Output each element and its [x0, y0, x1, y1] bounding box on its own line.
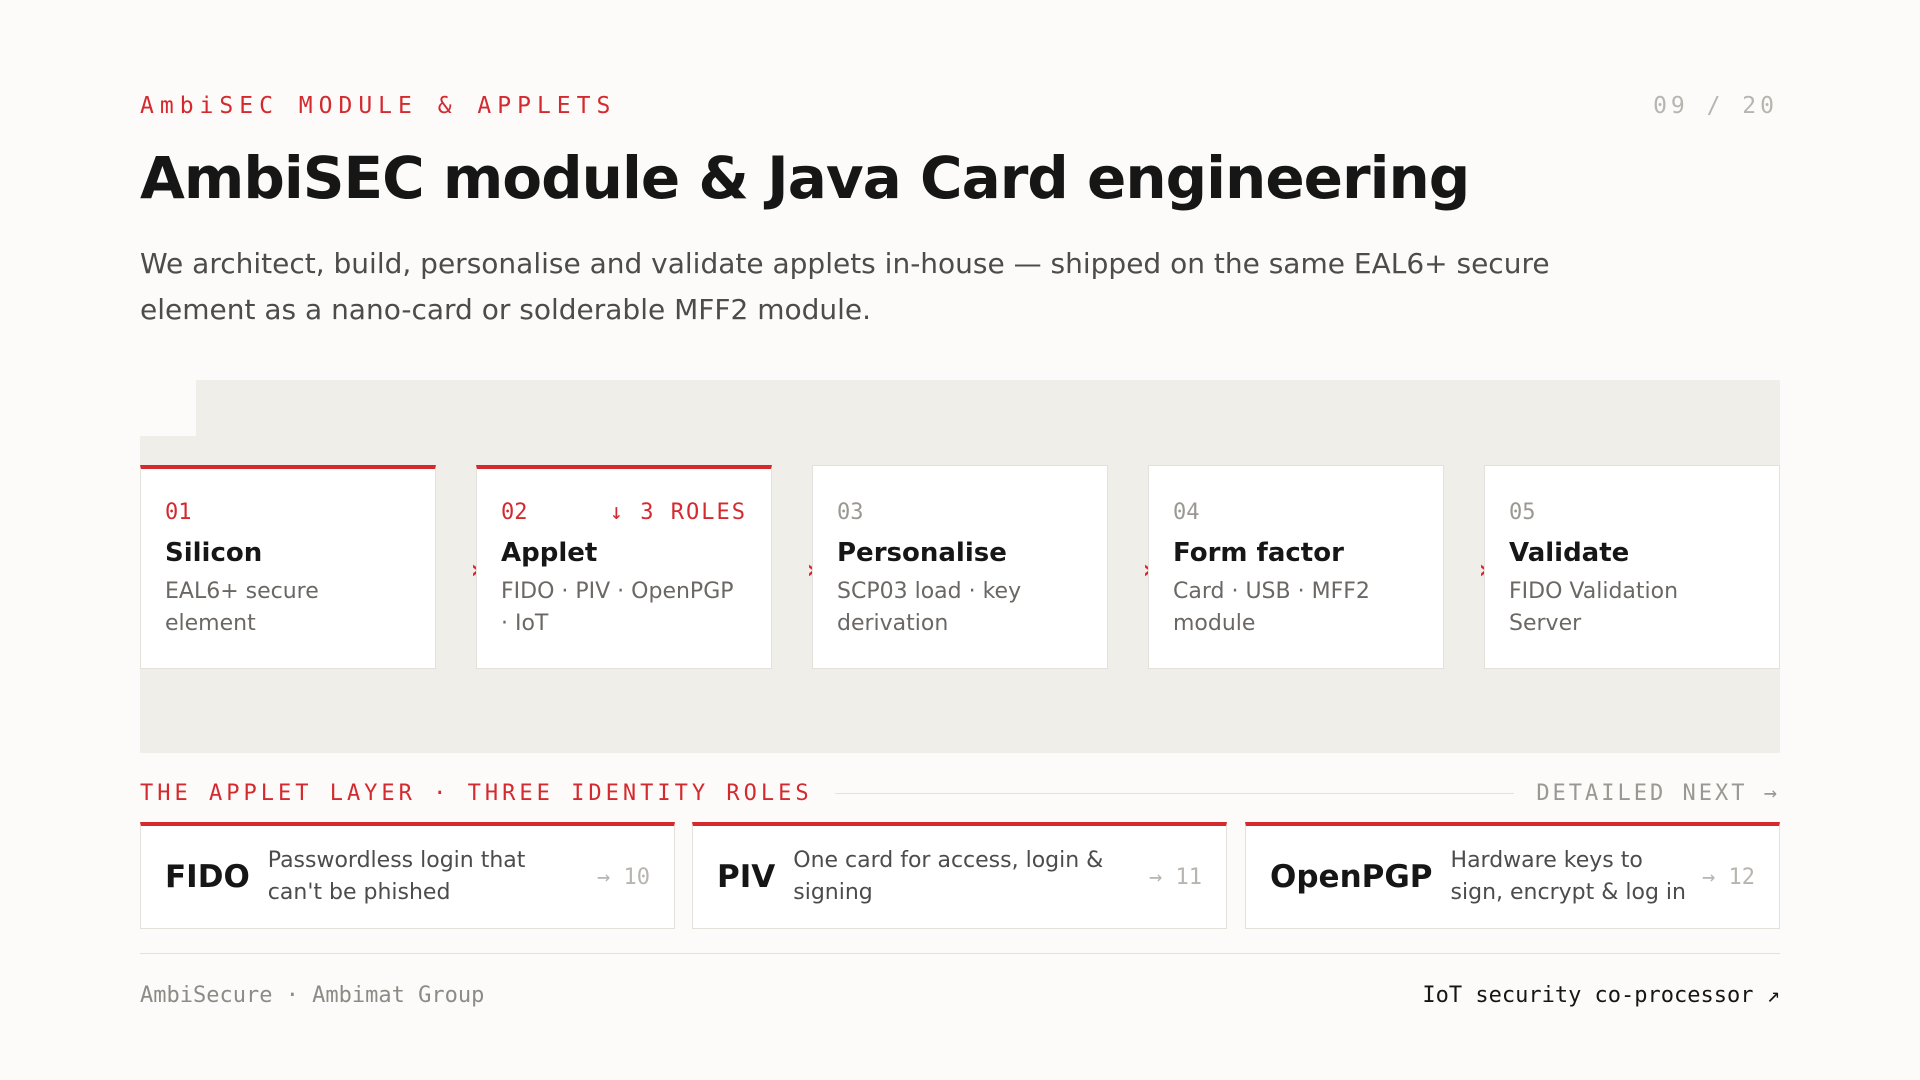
section-eyebrow: AmbiSEC MODULE & APPLETS	[140, 93, 617, 119]
pipeline-step-validate[interactable]: 05 Validate FIDO Validation Server	[1484, 465, 1780, 669]
step-number-row: 03	[837, 500, 1083, 528]
role-description: One card for access, login & signing	[793, 848, 1104, 905]
stage-corner-notch	[140, 380, 196, 436]
step-number-row: 04	[1173, 500, 1419, 528]
step-description: FIDO Validation Server	[1509, 579, 1679, 636]
role-page-link[interactable]: → 10	[597, 865, 650, 890]
step-number: 05	[1509, 500, 1536, 525]
applet-layer-label: THE APPLET LAYER · THREE IDENTITY ROLES	[140, 780, 813, 806]
step-number-row: 02 ↓ 3 ROLES	[501, 500, 747, 528]
step-name: Validate	[1509, 538, 1630, 568]
footer-brand: AmbiSecure · Ambimat Group	[140, 983, 485, 1008]
step-description: FIDO · PIV · OpenPGP · IoT	[501, 579, 734, 636]
footer-divider	[140, 953, 1780, 954]
step-name: Silicon	[165, 538, 263, 568]
step-number: 03	[837, 500, 864, 525]
step-number-row: 05	[1509, 500, 1755, 528]
page-counter: 09 / 20	[1653, 93, 1778, 119]
step-number: 04	[1173, 500, 1200, 525]
applet-layer-header: THE APPLET LAYER · THREE IDENTITY ROLES …	[140, 778, 1780, 808]
pipeline-step-silicon[interactable]: 01 Silicon EAL6+ secure element	[140, 465, 436, 669]
role-card-openpgp[interactable]: OpenPGP Hardware keys to sign, encrypt &…	[1245, 822, 1780, 929]
page-title: AmbiSEC module & Java Card engineering	[140, 144, 1470, 212]
role-card-piv[interactable]: PIV One card for access, login & signing…	[692, 822, 1227, 929]
role-name: OpenPGP	[1270, 859, 1433, 895]
role-name: PIV	[717, 859, 776, 895]
role-page-link[interactable]: → 12	[1702, 865, 1755, 890]
pipeline-step-form-factor[interactable]: 04 Form factor Card · USB · MFF2 module	[1148, 465, 1444, 669]
step-name: Personalise	[837, 538, 1007, 568]
footer-external-link[interactable]: IoT security co-processor ↗	[1422, 983, 1780, 1008]
pipeline-step-personalise[interactable]: 03 Personalise SCP03 load · key derivati…	[812, 465, 1108, 669]
role-description: Hardware keys to sign, encrypt & log in	[1450, 848, 1686, 905]
step-number: 02	[501, 500, 528, 525]
role-description: Passwordless login that can't be phished	[267, 848, 526, 905]
step-description: Card · USB · MFF2 module	[1173, 579, 1370, 636]
role-page-link[interactable]: → 11	[1149, 865, 1202, 890]
step-name: Form factor	[1173, 538, 1344, 568]
step-description: EAL6+ secure element	[165, 579, 319, 636]
step-description: SCP03 load · key derivation	[837, 579, 1022, 636]
role-card-fido[interactable]: FIDO Passwordless login that can't be ph…	[140, 822, 675, 929]
step-number-row: 01	[165, 500, 411, 528]
pipeline-stage: 01 Silicon EAL6+ secure element › 02 ↓ 3…	[140, 380, 1780, 753]
divider	[834, 792, 1515, 794]
pipeline-step-applet[interactable]: 02 ↓ 3 ROLES Applet FIDO · PIV · OpenPGP…	[476, 465, 772, 669]
step-number: 01	[165, 500, 192, 525]
roles-badge: ↓ 3 ROLES	[609, 500, 747, 525]
step-name: Applet	[501, 538, 598, 568]
detailed-next-link[interactable]: DETAILED NEXT →	[1536, 781, 1780, 806]
page-lede: We architect, build, personalise and val…	[140, 247, 1550, 326]
role-name: FIDO	[165, 859, 250, 895]
